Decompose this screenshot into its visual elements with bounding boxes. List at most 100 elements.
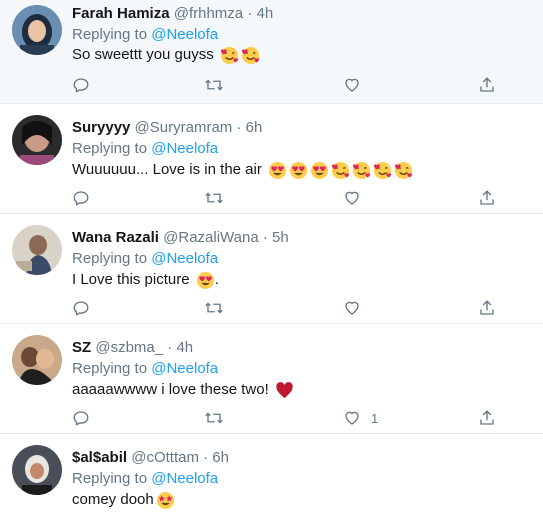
retweet-button[interactable] [204,186,224,210]
reply-button[interactable] [72,406,90,430]
share-button[interactable] [478,73,496,97]
avatar[interactable] [12,445,62,495]
star-struck-emoji [156,491,175,510]
avatar[interactable] [12,335,62,385]
tweet-text: aaaaawwww i love these two! [72,380,294,400]
tweet-header: Suryyyy @Suryramram · 6h [72,118,262,138]
share-button[interactable] [478,186,496,210]
reply-button[interactable] [72,186,90,210]
reply-button[interactable] [72,296,90,320]
tweet[interactable]: Farah Hamiza @frhhmza · 4h Replying to @… [0,0,543,104]
heart-eyes-emoji [310,161,329,180]
reply-button[interactable] [72,73,90,97]
tweet[interactable]: $al$abil @cOtttam · 6h Replying to @Neel… [0,434,543,510]
retweet-button[interactable] [204,73,224,97]
display-name[interactable]: Wana Razali [72,229,159,246]
timestamp[interactable]: 6h [246,119,263,136]
tweet-actions [72,73,512,97]
timestamp[interactable]: 5h [272,229,289,246]
share-button[interactable] [478,296,496,320]
separator: · [203,449,209,466]
like-icon [345,301,359,315]
avatar[interactable] [12,115,62,165]
retweet-icon [205,192,223,204]
tweet-header: $al$abil @cOtttam · 6h [72,448,229,468]
separator: · [167,339,173,356]
share-icon [480,190,494,205]
tweet-text: I Love this picture . [72,271,219,290]
user-handle[interactable]: @Suryramram [135,119,233,136]
mention-link[interactable]: @Neelofa [151,140,218,157]
smiling-face-with-hearts-emoji [373,161,392,180]
tweet-actions [72,296,512,320]
trailing-text: . [214,271,219,288]
tweet-text: Wuuuuuu... Love is in the air [72,160,413,180]
user-handle[interactable]: @szbma_ [95,339,163,356]
smiling-face-with-hearts-emoji [394,161,413,180]
user-handle[interactable]: @RazaliWana [163,229,259,246]
reply-icon [73,411,89,426]
share-button[interactable] [478,406,496,430]
display-name[interactable]: Suryyyy [72,119,130,136]
retweet-button[interactable] [204,406,224,430]
smiling-face-with-hearts-emoji [352,161,371,180]
timestamp[interactable]: 4h [176,339,193,356]
reply-icon [73,191,89,206]
tweet-actions: 1 [72,406,512,430]
share-icon [480,410,494,425]
share-icon [480,77,494,92]
like-button[interactable] [343,186,371,210]
smiling-face-with-hearts-emoji [241,46,260,65]
heart-eyes-emoji [196,271,215,290]
like-count: 1 [371,410,379,426]
smiling-face-with-hearts-emoji [331,161,350,180]
tweet[interactable]: SZ @szbma_ · 4h Replying to @Neelofa aaa… [0,324,543,434]
like-icon [345,78,359,92]
mention-link[interactable]: @Neelofa [151,470,218,487]
replying-to: Replying to @Neelofa [72,26,219,43]
tweet[interactable]: Wana Razali @RazaliWana · 5h Replying to… [0,214,543,324]
like-icon [345,191,359,205]
separator: · [247,5,253,22]
retweet-icon [205,302,223,314]
user-handle[interactable]: @cOtttam [131,449,199,466]
red-heart-emoji [275,381,294,400]
reply-icon [73,301,89,316]
like-icon [345,411,359,425]
like-button[interactable] [343,73,371,97]
tweet-header: SZ @szbma_ · 4h [72,338,193,358]
retweet-button[interactable] [204,296,224,320]
display-name[interactable]: SZ [72,339,91,356]
retweet-icon [205,412,223,424]
timestamp[interactable]: 4h [256,5,273,22]
replying-to: Replying to @Neelofa [72,470,219,487]
mention-link[interactable]: @Neelofa [151,250,218,267]
tweet-text: comey dooh [72,490,175,510]
mention-link[interactable]: @Neelofa [151,26,218,43]
reply-thread: Farah Hamiza @frhhmza · 4h Replying to @… [0,0,543,510]
like-button[interactable] [343,296,371,320]
mention-link[interactable]: @Neelofa [151,360,218,377]
user-handle[interactable]: @frhhmza [174,5,243,22]
heart-eyes-emoji [268,161,287,180]
separator: · [236,119,242,136]
tweet-header: Wana Razali @RazaliWana · 5h [72,228,289,248]
tweet-text: So sweettt you guyss [72,45,260,65]
reply-icon [73,78,89,93]
avatar[interactable] [12,5,62,55]
separator: · [262,229,268,246]
retweet-icon [205,79,223,91]
tweet[interactable]: Suryyyy @Suryramram · 6h Replying to @Ne… [0,104,543,214]
timestamp[interactable]: 6h [212,449,229,466]
replying-to: Replying to @Neelofa [72,140,219,157]
avatar[interactable] [12,225,62,275]
replying-to: Replying to @Neelofa [72,250,219,267]
display-name[interactable]: Farah Hamiza [72,5,170,22]
tweet-actions [72,186,512,210]
heart-eyes-emoji [289,161,308,180]
share-icon [480,300,494,315]
display-name[interactable]: $al$abil [72,449,127,466]
replying-to: Replying to @Neelofa [72,360,219,377]
like-button[interactable]: 1 [343,406,378,430]
tweet-header: Farah Hamiza @frhhmza · 4h [72,4,273,24]
